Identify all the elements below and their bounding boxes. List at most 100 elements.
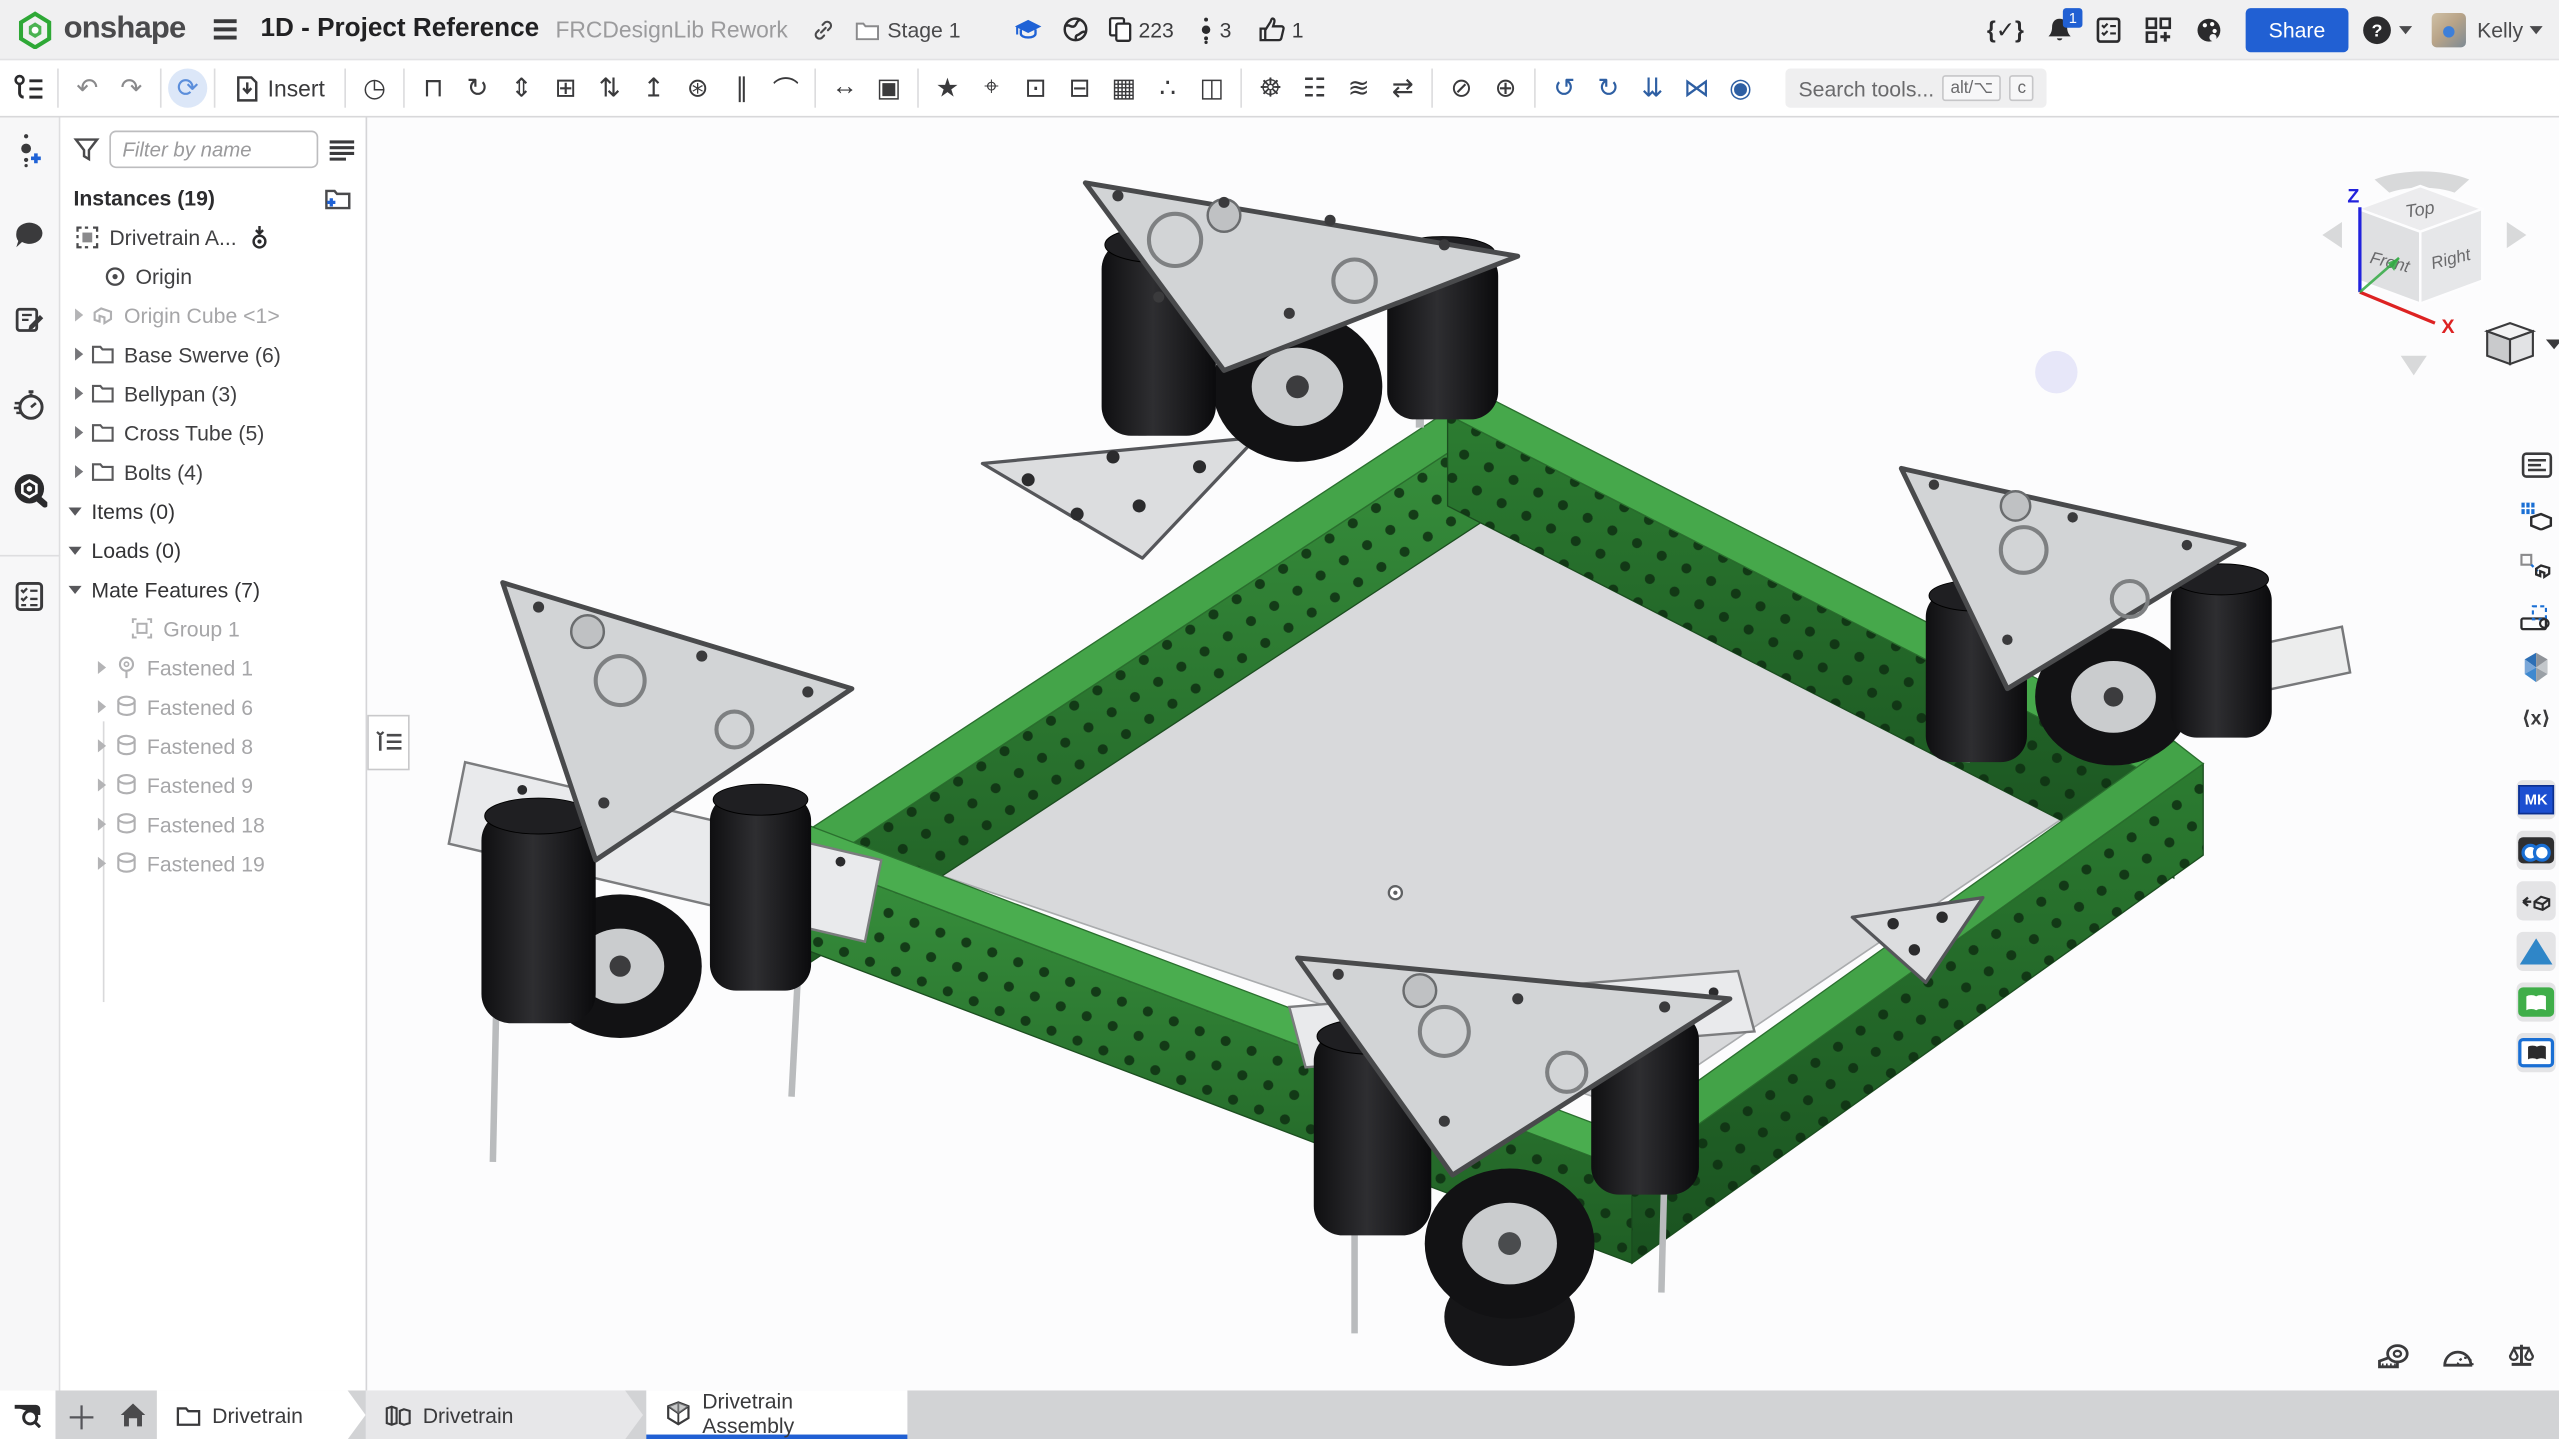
corner-gusset-plate[interactable] <box>982 437 1256 558</box>
mate-row-fastened-18[interactable]: Fastened 18 <box>60 805 365 844</box>
likes-stat[interactable]: 1 <box>1257 16 1303 42</box>
custom-feature-icon[interactable]: ⟨x⟩ <box>2517 699 2556 738</box>
screw-relation-icon[interactable]: ≋ <box>1337 66 1381 110</box>
chevron-down-icon[interactable] <box>69 507 82 515</box>
follow-tasks-icon[interactable] <box>10 576 49 615</box>
chevron-right-icon[interactable] <box>98 857 106 870</box>
link-icon[interactable] <box>811 17 835 41</box>
chevron-right-icon[interactable] <box>98 700 106 713</box>
chevron-right-icon[interactable] <box>75 387 83 400</box>
view-cube-body[interactable]: Top Front Right <box>2358 186 2482 304</box>
apps-grid-icon[interactable] <box>2145 16 2173 44</box>
tasks-checklist-icon[interactable] <box>2096 16 2122 44</box>
replicate-icon[interactable]: ∴ <box>1146 66 1190 110</box>
section-loads[interactable]: Loads (0) <box>60 530 365 569</box>
gear-relation-icon[interactable]: ☸ <box>1249 66 1293 110</box>
ball-mate-icon[interactable]: ⊛ <box>676 66 720 110</box>
section-items[interactable]: Items (0) <box>60 491 365 530</box>
insert-parts-icon[interactable]: ⊡ <box>1014 66 1058 110</box>
origin-indicator[interactable] <box>1389 886 1402 899</box>
tab-search-button[interactable] <box>0 1390 55 1439</box>
tree-row-folder-cross-tube[interactable]: Cross Tube (5) <box>60 413 365 452</box>
distance-limit-icon[interactable]: ↔ <box>823 66 867 110</box>
onshape-logo[interactable]: onshape <box>16 11 185 49</box>
mate-row-fastened-19[interactable]: Fastened 19 <box>60 844 365 883</box>
snapshot-icon[interactable]: ◉ <box>1719 66 1763 110</box>
mass-scale-icon[interactable] <box>2499 1333 2543 1377</box>
tree-row-origin[interactable]: Origin <box>60 256 365 295</box>
configurations-icon[interactable] <box>2517 496 2556 535</box>
chevron-right-icon[interactable] <box>75 308 83 321</box>
tab-drivetrain-assembly[interactable]: Drivetrain Assembly <box>646 1390 907 1439</box>
explode-view-icon[interactable]: ↺ <box>1542 66 1586 110</box>
workspace-breadcrumb[interactable]: Stage 1 <box>855 17 961 41</box>
assembly-canvas[interactable]: Top Front Right Z X <box>375 118 2559 1391</box>
tangent-mate-icon[interactable]: ⌒ <box>764 66 808 110</box>
belt-relation-icon[interactable]: ⇄ <box>1381 66 1425 110</box>
protractor-icon[interactable] <box>2435 1333 2479 1377</box>
filter-icon[interactable] <box>73 137 99 161</box>
app-hexagon-icon[interactable] <box>2517 648 2556 687</box>
slider-mate-icon[interactable]: ⇕ <box>499 66 543 110</box>
mate-row-group-1[interactable]: Group 1 <box>60 609 365 648</box>
pin-slot-mate-icon[interactable]: ↥ <box>632 66 676 110</box>
filter-input[interactable] <box>109 131 318 169</box>
tab-drivetrain-folder[interactable]: Drivetrain <box>157 1390 366 1439</box>
favorites-icon[interactable]: ★ <box>925 66 969 110</box>
mate-row-fastened-9[interactable]: Fastened 9 <box>60 765 365 804</box>
fastened-mate-icon[interactable]: ⊓ <box>411 66 455 110</box>
parallel-mate-icon[interactable]: ∥ <box>720 66 764 110</box>
transform-icon[interactable]: ▣ <box>867 66 911 110</box>
mate-connector-icon[interactable]: ◷ <box>353 66 397 110</box>
globe-public-icon[interactable] <box>1062 16 1088 42</box>
collision-check-icon[interactable]: ⋈ <box>1674 66 1718 110</box>
tree-row-folder-base-swerve[interactable]: Base Swerve (6) <box>60 335 365 374</box>
tree-row-assembly-root[interactable]: Drivetrain A... <box>60 217 365 256</box>
edit-notes-icon[interactable] <box>10 300 49 339</box>
api-braces-icon[interactable]: {✓} <box>1987 16 2024 44</box>
named-views-icon[interactable] <box>2517 597 2556 636</box>
add-folder-icon[interactable] <box>323 186 352 210</box>
chevron-right-icon[interactable] <box>98 739 106 752</box>
tree-row-origin-cube[interactable]: Origin Cube <1> <box>60 295 365 334</box>
app-book-green-icon[interactable] <box>2517 982 2556 1021</box>
help-menu[interactable]: ? <box>2361 14 2412 45</box>
chevron-right-icon[interactable] <box>98 818 106 831</box>
new-tab-button[interactable]: ＋ <box>55 1390 107 1439</box>
planar-mate-icon[interactable]: ⊞ <box>543 66 587 110</box>
mate-row-fastened-1[interactable]: Fastened 1 <box>60 648 365 687</box>
chevron-right-icon[interactable] <box>75 465 83 478</box>
linear-pattern-icon[interactable]: ▦ <box>1102 66 1146 110</box>
user-menu[interactable]: Kelly <box>2477 17 2543 41</box>
app-mountain-icon[interactable] <box>2517 932 2556 971</box>
swerve-module-right[interactable] <box>1901 468 2350 765</box>
notifications-bell[interactable]: 1 <box>2047 16 2073 44</box>
chevron-right-icon[interactable] <box>98 661 106 674</box>
app-robot-icon[interactable] <box>2517 831 2556 870</box>
history-timer-icon[interactable] <box>10 385 49 424</box>
chevron-right-icon[interactable] <box>75 348 83 361</box>
avatar[interactable] <box>2431 12 2465 46</box>
undo-icon[interactable]: ↶ <box>65 66 109 110</box>
mate-row-fastened-6[interactable]: Fastened 6 <box>60 687 365 726</box>
chevron-down-icon[interactable] <box>69 546 82 554</box>
chevron-down-icon[interactable] <box>69 585 82 593</box>
show-parts-icon[interactable]: ⊕ <box>1484 66 1528 110</box>
mate-row-fastened-8[interactable]: Fastened 8 <box>60 726 365 765</box>
rack-pinion-relation-icon[interactable]: ☷ <box>1293 66 1337 110</box>
swerve-module-left[interactable] <box>449 583 881 1162</box>
copy-parts-icon[interactable]: ⊟ <box>1058 66 1102 110</box>
mirror-icon[interactable]: ◫ <box>1190 66 1234 110</box>
panel-flyout-toggle[interactable] <box>367 715 409 770</box>
structure-panel-toggle-icon[interactable] <box>7 66 51 110</box>
cylindrical-mate-icon[interactable]: ⇅ <box>588 66 632 110</box>
tree-row-folder-bolts[interactable]: Bolts (4) <box>60 452 365 491</box>
graphics-area[interactable]: Top Front Right Z X <box>369 118 2559 1391</box>
view-mode-dropdown[interactable] <box>2487 323 2559 364</box>
share-button[interactable]: Share <box>2246 7 2348 51</box>
derived-part-icon[interactable] <box>2517 547 2556 586</box>
redo-icon[interactable]: ↷ <box>109 66 153 110</box>
rotate-animate-icon[interactable]: ↻ <box>1586 66 1630 110</box>
tape-measure-icon[interactable] <box>2371 1333 2415 1377</box>
list-options-icon[interactable] <box>328 138 356 161</box>
